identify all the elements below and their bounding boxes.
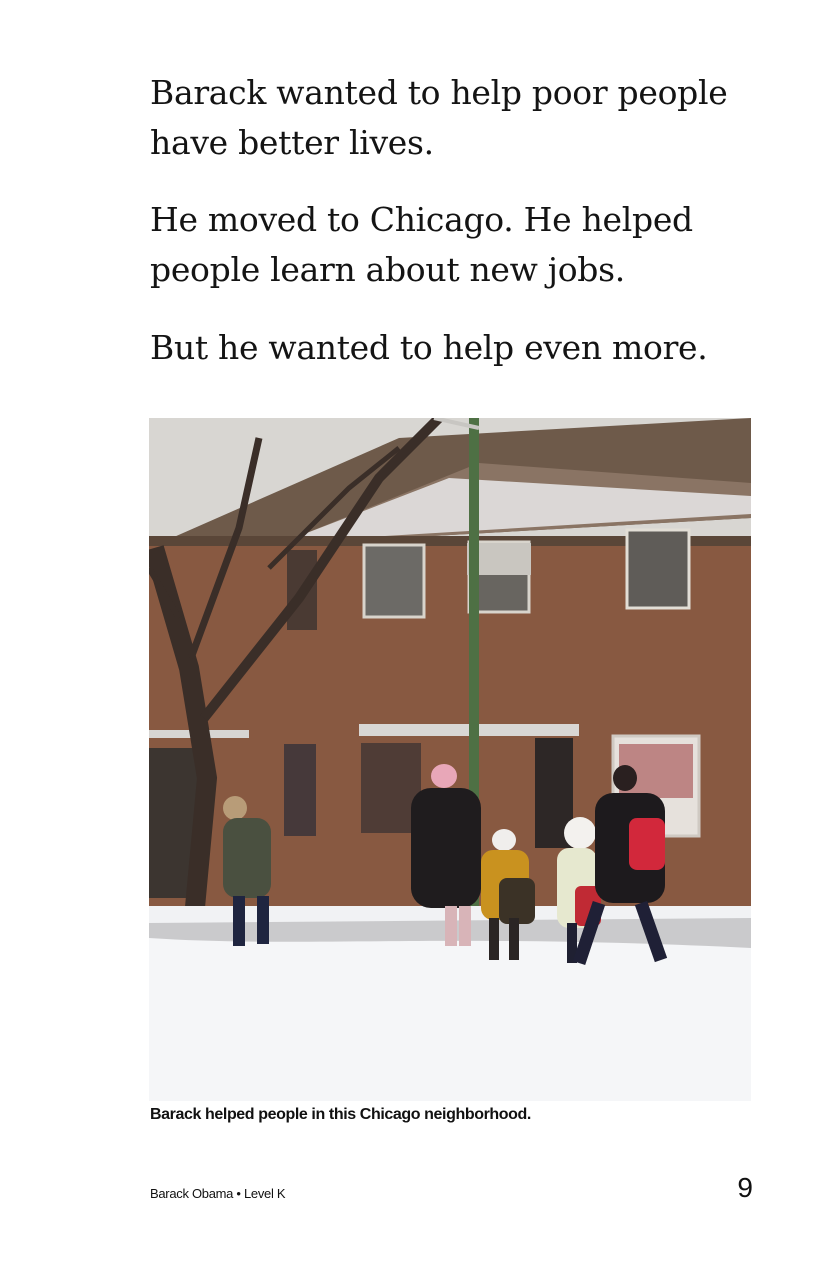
paragraph-2: He moved to Chicago. He helped people le…: [150, 200, 693, 289]
neighborhood-photo: [149, 418, 751, 1101]
page-number: 9: [737, 1172, 753, 1203]
footer-book-title: Barack Obama • Level K: [150, 1186, 286, 1201]
figure-caption: Barack helped people in this Chicago nei…: [150, 1106, 531, 1123]
paragraph-1: Barack wanted to help poor people have b…: [150, 73, 728, 162]
paragraph-3: But he wanted to help even more.: [150, 328, 708, 367]
